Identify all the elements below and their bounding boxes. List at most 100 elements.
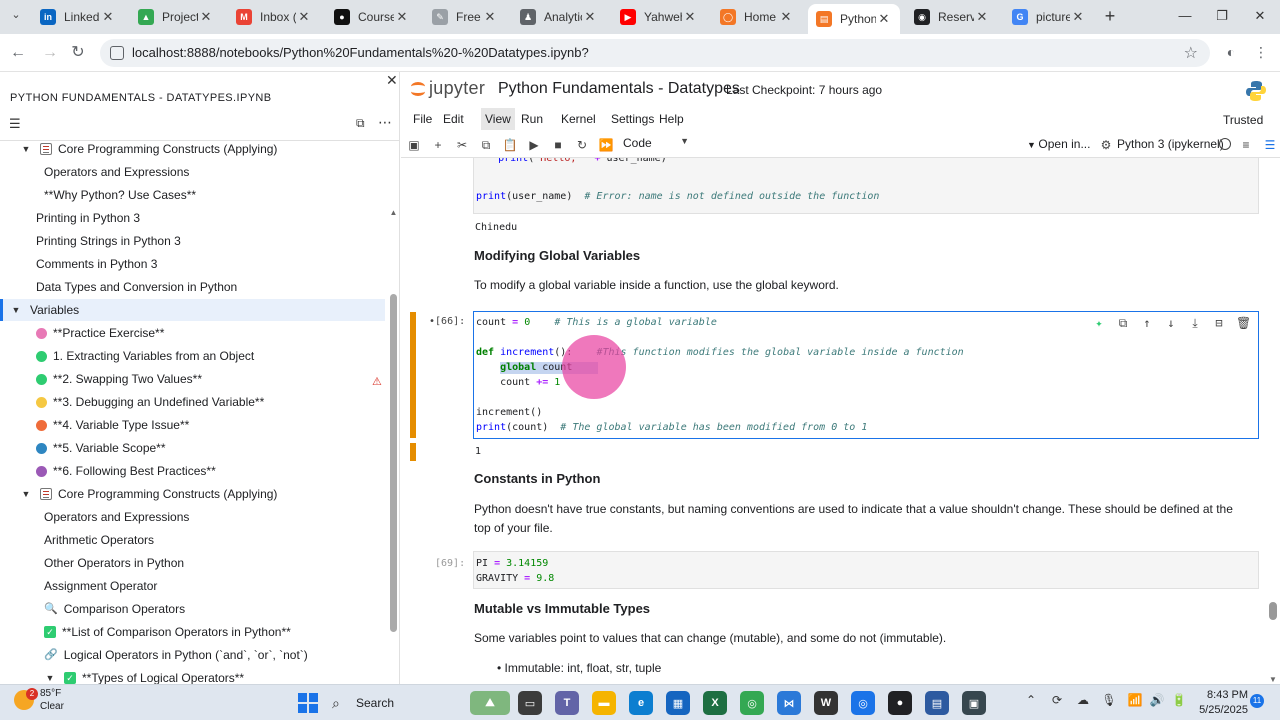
stop-icon[interactable]: ■ [549,136,567,154]
toc-item[interactable]: Assignment Operator [0,575,385,597]
fast-forward-icon[interactable]: ⏩ [597,136,615,154]
close-tab-icon[interactable]: ✕ [1070,9,1086,25]
collapse-all-icon[interactable]: ⧉ [356,116,365,131]
chrome-active-icon[interactable]: ◎ [851,691,875,715]
task-view-icon[interactable]: ▭ [518,691,542,715]
toc-item[interactable]: **Practice Exercise** [0,322,385,344]
toc-scrollbar[interactable]: ▲ ▼ [389,208,398,684]
close-window-button[interactable]: ✕ [1245,6,1275,26]
omnibox[interactable]: localhost:8888/notebooks/Python%20Fundam… [100,39,1210,67]
toc-item[interactable]: **Why Python? Use Cases** [0,184,385,206]
toc-item[interactable]: Data Types and Conversion in Python [0,276,385,298]
browser-tab[interactable]: ▶ Yahweh✕ [612,4,706,30]
cut-icon[interactable]: ✂ [453,136,471,154]
browser-tab[interactable]: ▤ Python F✕ [808,4,900,34]
caret-down-icon[interactable]: ▼ [20,483,32,505]
toc-item[interactable]: Operators and Expressions [0,161,385,183]
browser-tab[interactable]: ♟ Analytic ✕ [512,4,606,30]
browser-tab[interactable]: in LinkedIn✕ [32,4,124,30]
browser-tab[interactable]: Gpicture c✕ [1004,4,1094,30]
add-cell-icon[interactable]: + [429,136,447,154]
browser-tab[interactable]: M Inbox (1✕ [228,4,320,30]
toc-item[interactable]: **5. Variable Scope** [0,437,385,459]
browser-tab[interactable]: ● Course ✕ [326,4,418,30]
toc-item[interactable]: **6. Following Best Practices** [0,460,385,482]
tray-overflow-icon[interactable]: ⌃ [1022,693,1040,707]
list-numbering-icon[interactable]: ☰ [9,116,21,132]
duplicate-cell-icon[interactable]: ⧉ [1116,316,1130,330]
close-tab-icon[interactable]: ✕ [296,9,312,25]
browser-tab[interactable]: ◉ Reserve✕ [906,4,998,30]
kernel-debug-icon[interactable]: ⚙ [1097,136,1115,154]
toc-item[interactable]: ✓ **List of Comparison Operators in Pytho… [0,621,385,643]
close-tab-icon[interactable]: ✕ [778,9,794,25]
toc-item[interactable]: **4. Variable Type Issue** [0,414,385,436]
terminal-icon[interactable]: ▤ [925,691,949,715]
system-clock[interactable]: 8:43 PM 5/25/2025 [1196,688,1248,718]
insert-above-icon[interactable]: ⤓ [1188,316,1202,330]
forward-icon[interactable]: → [40,43,60,63]
close-tab-icon[interactable]: ✕ [100,9,116,25]
run-icon[interactable]: ▶ [525,136,543,154]
sync-icon[interactable]: ⟳ [1048,693,1066,707]
excel-icon[interactable]: X [703,691,727,715]
browser-tab[interactable]: ▲ Project S✕ [130,4,222,30]
landscape-widget-icon[interactable]: ⛰ [470,691,510,715]
vscode-icon[interactable]: ⋈ [777,691,801,715]
screen-tool-icon[interactable]: ▣ [962,691,986,715]
caret-down-icon[interactable]: ▼ [20,138,32,160]
menu-help[interactable]: Help [655,112,688,126]
profile-icon[interactable]: ◐ [1222,44,1240,62]
save-icon[interactable]: ▣ [405,136,423,154]
menu-settings[interactable]: Settings [607,112,658,126]
menu-file[interactable]: File [409,112,436,126]
browser-tab[interactable]: ◯ Home ✕ [712,4,802,30]
cell-type-select[interactable]: Code ▼ [623,136,689,150]
toc-item[interactable]: 🔗 Logical Operators in Python (`and`, `or… [0,644,385,666]
toc-item[interactable]: **2. Swapping Two Values** [0,368,385,390]
close-panel-icon[interactable]: ✕ [386,72,398,89]
menu-edit[interactable]: Edit [439,112,468,126]
toc-item[interactable]: Other Operators in Python [0,552,385,574]
caret-down-icon[interactable]: ▼ [44,667,56,684]
bookmark-star-icon[interactable]: ☆ [1184,43,1198,63]
ai-sparkle-icon[interactable]: ✦ [1092,316,1106,330]
new-tab-button[interactable]: + [1100,6,1120,26]
toc-item[interactable]: 1. Extracting Variables from an Object [0,345,385,367]
reload-icon[interactable]: ↻ [68,43,88,63]
close-tab-icon[interactable]: ✕ [198,9,214,25]
cloud-icon[interactable]: ☁ [1074,693,1092,707]
property-inspector-icon[interactable]: ☰ [1261,136,1279,154]
toc-item[interactable]: **3. Debugging an Undefined Variable** [0,391,385,413]
toc-item[interactable]: ▼ ✓ **Types of Logical Operators** [0,667,385,684]
scroll-down-icon[interactable]: ▼ [1268,675,1278,684]
teams-icon[interactable]: T [555,691,579,715]
menu-view[interactable]: View [481,108,515,130]
close-tab-icon[interactable]: ✕ [974,9,990,25]
toc-item[interactable]: Printing in Python 3 [0,207,385,229]
copy-icon[interactable]: ⧉ [477,136,495,154]
toc-item[interactable]: 🔍 Comparison Operators [0,598,385,620]
move-down-icon[interactable]: ↓ [1164,316,1178,330]
microphone-icon[interactable]: 🎙 [1100,693,1118,707]
menu-run[interactable]: Run [517,112,547,126]
toc-item[interactable]: Printing Strings in Python 3 [0,230,385,252]
menu-icon[interactable]: ≡ [1237,136,1255,154]
menu-kernel[interactable]: Kernel [557,112,600,126]
paste-icon[interactable]: 📋 [501,136,519,154]
maximize-button[interactable]: ❐ [1207,6,1237,26]
back-icon[interactable]: ← [8,43,28,63]
caret-down-icon[interactable]: ▼ [10,299,22,321]
tab-search-button[interactable]: ⌄ [6,8,26,26]
browser-menu-icon[interactable]: ⋮ [1252,44,1270,62]
toc-item[interactable]: Arithmetic Operators [0,529,385,551]
code-cell-constants[interactable]: PI = 3.14159 GRAVITY = 9.8 [473,551,1259,589]
toc-item[interactable]: ▼ Core Programming Constructs (Applying) [0,138,385,160]
toc-item[interactable]: Comments in Python 3 [0,253,385,275]
edge-icon[interactable]: e [629,691,653,715]
jupyter-logo[interactable]: jupyter [411,78,485,99]
close-tab-icon[interactable]: ✕ [876,11,892,27]
close-tab-icon[interactable]: ✕ [582,9,598,25]
trusted-status[interactable]: Trusted [1223,113,1263,127]
scrollbar-thumb[interactable] [1269,602,1277,620]
